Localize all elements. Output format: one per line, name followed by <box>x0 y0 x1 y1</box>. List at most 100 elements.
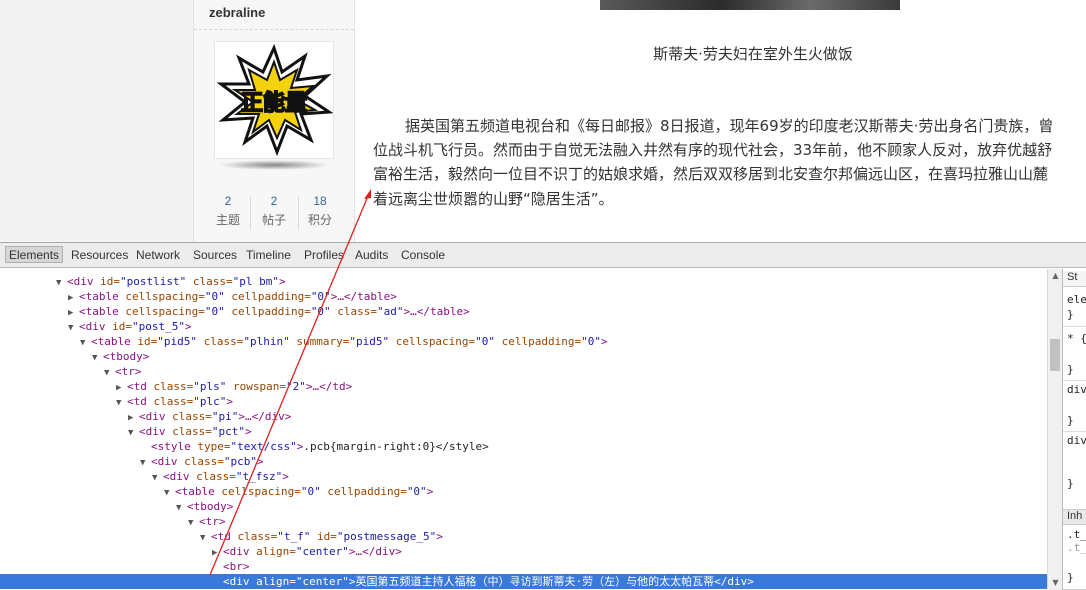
tag-name: <table <box>91 335 131 348</box>
tag-name: <table <box>175 485 215 498</box>
tag-name: <style <box>151 440 191 453</box>
attr-value: "ad" <box>377 305 404 318</box>
attr-value: "0" <box>300 485 321 498</box>
attr-value: "center" <box>295 575 349 588</box>
style-rule: } <box>1067 363 1074 376</box>
stat-posts[interactable]: 2 帖子 <box>250 194 298 228</box>
stat-posts-value[interactable]: 2 <box>250 194 298 208</box>
tab-elements[interactable]: Elements <box>5 246 64 263</box>
dom-node-line[interactable]: ▶ <div class="pi">…</div> <box>0 409 1047 424</box>
tag-close: > <box>278 275 286 288</box>
attr-value: "plc" <box>193 395 227 408</box>
author-username[interactable]: zebraline <box>209 5 265 20</box>
paragraph-line: 位战斗机飞行员。然而由于自觉无法融入井然有序的现代社会，33年前，他不顾家人反对… <box>373 141 1053 159</box>
tag-close: > <box>242 560 250 573</box>
attr-value: "postlist" <box>120 275 187 288</box>
tag-close: > <box>142 350 150 363</box>
attr-value: "plhin" <box>243 335 290 348</box>
tag-name: <div <box>151 455 178 468</box>
attr-name: class= <box>230 530 278 543</box>
attr-name: summary= <box>289 335 350 348</box>
attr-value: "pct" <box>211 425 245 438</box>
dom-node-line[interactable]: ▼ <tbody> <box>0 499 1047 514</box>
stat-points-value[interactable]: 18 <box>296 194 344 208</box>
tag-close: > <box>244 425 252 438</box>
attr-value: "pi" <box>211 410 239 423</box>
attr-name: rowspan= <box>226 380 286 393</box>
tab-console[interactable]: Console <box>398 247 448 264</box>
inherited-header[interactable]: Inh <box>1063 509 1086 525</box>
avatar[interactable]: 正能量 <box>214 41 334 159</box>
dom-node-line[interactable]: ▼ <div id="post_5"> <box>0 319 1047 334</box>
attr-name: class= <box>186 275 233 288</box>
dom-node-line[interactable]: ▼ <table id="pid5" class="plhin" summary=… <box>0 334 1047 349</box>
dom-node-line[interactable]: ▼ <div id="postlist" class="pl bm"> <box>0 274 1047 289</box>
tab-network[interactable]: Network <box>133 247 183 264</box>
style-rule: .t_ <box>1067 541 1086 554</box>
dom-node-line[interactable]: ▼ <td class="t_f" id="postmessage_5"> <box>0 529 1047 544</box>
avatar-comic-burst-icon: 正能量 <box>216 43 334 157</box>
node-content: 英国第五频道主持人福格（中）寻访到斯蒂夫·劳（左）与他的太太帕瓦蒂</div> <box>355 575 754 588</box>
tag-name: <table <box>79 290 119 303</box>
dom-tree[interactable]: ▼ <div id="postlist" class="pl bm"> ▶ <tabl… <box>0 269 1047 590</box>
tag-name: <tbody <box>103 350 143 363</box>
attr-name: id= <box>105 320 132 333</box>
tab-audits[interactable]: Audits <box>352 247 391 264</box>
tag-close: > <box>256 455 264 468</box>
scrollbar-thumb[interactable] <box>1050 339 1060 371</box>
tab-resources[interactable]: Resources <box>68 247 131 264</box>
tag-name: <td <box>127 395 147 408</box>
scroll-up-icon[interactable]: ▲ <box>1048 269 1063 283</box>
node-content: …</table> <box>410 305 470 318</box>
node-content: …</div> <box>355 545 402 558</box>
dom-node-line[interactable]: ▶ <table cellspacing="0" cellpadding="0" … <box>0 304 1047 319</box>
dom-node-line[interactable]: ▶ <table cellspacing="0" cellpadding="0">… <box>0 289 1047 304</box>
style-rule: } <box>1067 477 1074 490</box>
styles-pane[interactable]: St ele } * { } div } div } Inh .t_ .t_ }… <box>1062 269 1086 590</box>
attr-value: "0" <box>581 335 602 348</box>
stat-points[interactable]: 18 积分 <box>296 194 344 228</box>
stat-topics[interactable]: 2 主题 <box>204 194 252 228</box>
attr-value: "0" <box>310 305 331 318</box>
attr-name: cellspacing= <box>118 290 205 303</box>
tab-sources[interactable]: Sources <box>190 247 240 264</box>
dom-tree-scrollbar[interactable]: ▲ ▼ <box>1047 269 1062 590</box>
dom-node-line[interactable]: ▼ <tr> <box>0 364 1047 379</box>
tag-name: <br <box>223 560 243 573</box>
devtools-panel: Elements Resources Network Sources Timel… <box>0 242 1086 590</box>
scroll-down-icon[interactable]: ▼ <box>1048 576 1063 590</box>
attr-value: "center" <box>295 545 349 558</box>
stat-points-label: 积分 <box>307 213 332 227</box>
dom-node-line[interactable]: ▼ <td class="plc"> <box>0 394 1047 409</box>
dom-node-line[interactable]: ▶ <td class="pls" rowspan="2">…</td> <box>0 379 1047 394</box>
attr-name: class= <box>165 425 212 438</box>
node-content: …</td> <box>312 380 353 393</box>
node-content: …</table> <box>337 290 397 303</box>
tab-profiles[interactable]: Profiles <box>301 247 347 264</box>
dom-node-line[interactable]: <br> <box>0 559 1047 574</box>
tag-name: <div <box>67 275 94 288</box>
dom-node-line[interactable]: ▼ <table cellspacing="0" cellpadding="0"> <box>0 484 1047 499</box>
stat-topics-label: 主题 <box>215 213 240 227</box>
dom-node-line[interactable]: ▼ <tbody> <box>0 349 1047 364</box>
dom-node-line[interactable]: ▶ <div align="center">…</div> <box>0 544 1047 559</box>
attr-name: class= <box>330 305 378 318</box>
attr-name: cellpadding= <box>320 485 407 498</box>
attr-name: align= <box>249 575 296 588</box>
dom-node-line[interactable]: <div align="center">英国第五频道主持人福格（中）寻访到斯蒂夫… <box>0 574 1047 589</box>
devtools-tabbar: Elements Resources Network Sources Timel… <box>0 243 1086 268</box>
dom-node-line[interactable]: ▼ <div class="t_fsz"> <box>0 469 1047 484</box>
dom-node-line[interactable]: <style type="text/css">.pcb{margin-right… <box>0 439 1047 454</box>
styles-tab[interactable]: St <box>1063 271 1086 287</box>
attr-name: class= <box>146 395 194 408</box>
page-left-margin <box>0 0 193 242</box>
style-rule: ele <box>1067 293 1086 306</box>
style-rule: } <box>1067 414 1074 427</box>
dom-node-line[interactable]: ▼ <div class="pcb"> <box>0 454 1047 469</box>
stat-topics-value[interactable]: 2 <box>204 194 252 208</box>
dom-node-line[interactable]: ▼ <tr> <box>0 514 1047 529</box>
tag-name: <div <box>223 575 250 588</box>
dom-node-line[interactable]: ▼ <div class="pct"> <box>0 424 1047 439</box>
tag-close: > <box>184 320 192 333</box>
tab-timeline[interactable]: Timeline <box>243 247 294 264</box>
